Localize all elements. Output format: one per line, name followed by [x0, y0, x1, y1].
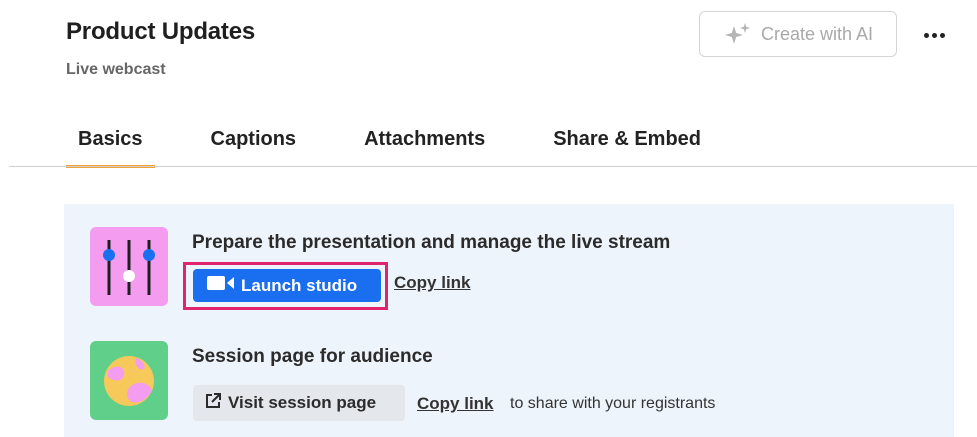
tab-attachments[interactable]: Attachments	[352, 120, 497, 168]
tab-divider	[9, 166, 977, 167]
launch-studio-label: Launch studio	[241, 275, 358, 295]
session-section-title: Session page for audience	[192, 346, 433, 367]
visit-session-page-button[interactable]: Visit session page	[193, 385, 405, 421]
globe-icon	[90, 341, 168, 420]
copy-session-link[interactable]: Copy link	[417, 394, 494, 414]
sparkle-icon	[723, 22, 753, 46]
more-options-button[interactable]	[917, 20, 951, 50]
create-with-ai-button[interactable]: Create with AI	[699, 11, 897, 57]
tab-share-embed[interactable]: Share & Embed	[541, 120, 713, 168]
more-horizontal-icon	[923, 32, 929, 38]
copy-studio-link[interactable]: Copy link	[394, 273, 471, 293]
sliders-icon	[90, 227, 168, 306]
tab-basics[interactable]: Basics	[66, 120, 155, 168]
page-title: Product Updates	[66, 18, 256, 45]
tab-captions[interactable]: Captions	[199, 120, 309, 168]
tab-bar: Basics Captions Attachments Share & Embe…	[66, 120, 757, 168]
external-link-icon	[204, 392, 222, 415]
studio-section-title: Prepare the presentation and manage the …	[192, 232, 671, 253]
video-camera-icon	[207, 274, 235, 297]
create-with-ai-label: Create with AI	[760, 23, 874, 44]
launch-studio-button[interactable]: Launch studio	[193, 269, 381, 302]
visit-session-page-label: Visit session page	[228, 393, 377, 412]
share-note: to share with your registrants	[510, 395, 716, 412]
page-subtitle: Live webcast	[66, 61, 166, 78]
